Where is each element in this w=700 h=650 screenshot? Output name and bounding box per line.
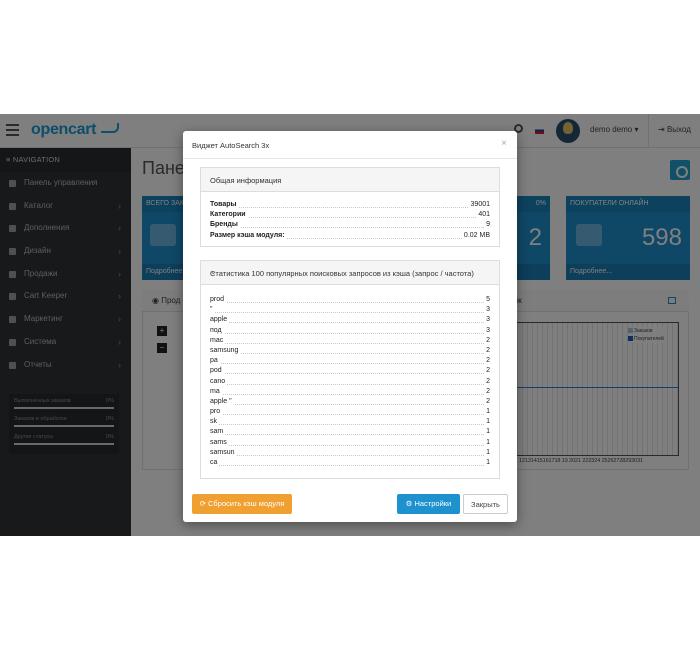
row-value: 1 — [484, 448, 490, 456]
row-value: 2 — [484, 367, 490, 375]
row-key: ma — [210, 387, 222, 395]
info-row: Категории 401 — [201, 211, 499, 221]
row-key: Категории — [210, 211, 248, 219]
general-info-box: Общая информация Товары 39001 Категории 401… — [200, 167, 500, 247]
row-key: pa — [210, 357, 220, 365]
row-value: 2 — [484, 397, 490, 405]
row-value: 2 — [484, 377, 490, 385]
search-stats-box: Статистика 100 популярных поисковых запр… — [200, 260, 500, 479]
modal-header: Виджет AutoSearch 3x × — [183, 131, 517, 159]
row-value: 3 — [484, 306, 490, 314]
row-key: prod — [210, 296, 227, 303]
query-row: ma 2 — [201, 387, 499, 398]
row-key: samsun — [210, 448, 237, 456]
row-value: 2 — [484, 346, 490, 354]
query-row: samsun 1 — [201, 448, 499, 459]
row-value: 2 — [484, 336, 490, 344]
autosearch-modal: Виджет AutoSearch 3x × Общая информация … — [183, 131, 517, 522]
info-row: Товары 39001 — [201, 201, 499, 211]
row-value: 1 — [484, 428, 490, 436]
query-row: prod 5 — [201, 296, 499, 306]
info-row: Размер кэша модуля: 0.02 MB — [201, 231, 499, 242]
row-value: 2 — [484, 357, 490, 365]
row-value: 3 — [484, 326, 490, 334]
query-row: ca 1 — [201, 459, 499, 469]
row-key: cano — [210, 377, 228, 385]
refresh-icon: ⟳ — [199, 499, 206, 508]
close-icon[interactable]: × — [501, 138, 507, 149]
row-value: 1 — [484, 459, 490, 466]
query-row: sk 1 — [201, 418, 499, 428]
row-key: под — [210, 326, 224, 334]
query-row: pro 1 — [201, 408, 499, 418]
row-key: ca — [210, 459, 220, 466]
row-value: 39001 — [468, 201, 490, 208]
modal-title: Виджет AutoSearch 3x — [192, 141, 270, 150]
screenshot-stage: opencart demo demo ▾ ⇥ Выход ≡ NAVIGATIO… — [0, 114, 700, 536]
row-key: pro — [210, 408, 223, 416]
row-key: Бренды — [210, 221, 240, 229]
row-value: 3 — [484, 316, 490, 324]
row-key: samsung — [210, 346, 241, 354]
chevron-down-icon: ⌄ — [210, 267, 217, 276]
query-row: pod 2 — [201, 367, 499, 377]
gears-icon: ⚙ — [405, 499, 413, 508]
query-row: cano 2 — [201, 377, 499, 388]
search-stats-header[interactable]: Статистика 100 популярных поисковых запр… — [201, 261, 499, 285]
general-info-header: Общая информация — [201, 168, 499, 192]
query-row: " 3 — [201, 306, 499, 316]
reset-cache-button[interactable]: ⟳ Сбросить кэш модуля — [192, 494, 292, 514]
row-value: 1 — [484, 438, 490, 446]
query-row: sam 1 — [201, 428, 499, 438]
query-row: под 3 — [201, 326, 499, 337]
close-button[interactable]: Закрыть — [463, 494, 508, 514]
row-value: 2 — [484, 387, 490, 395]
row-value: 401 — [476, 211, 490, 219]
query-row: pa 2 — [201, 357, 499, 367]
row-key: Размер кэша модуля: — [210, 231, 287, 239]
row-value: 1 — [484, 408, 490, 416]
row-key: sam — [210, 428, 226, 436]
row-value: 9 — [484, 221, 490, 229]
row-key: sams — [210, 438, 229, 446]
row-value: 5 — [484, 296, 490, 303]
row-key: pod — [210, 367, 224, 375]
row-key: " — [210, 306, 215, 314]
row-value: 1 — [484, 418, 490, 426]
query-row: apple " 2 — [201, 397, 499, 408]
row-key: apple " — [210, 397, 234, 405]
row-key: Товары — [210, 201, 239, 208]
query-row: samsung 2 — [201, 346, 499, 357]
query-row: mac 2 — [201, 336, 499, 347]
info-row: Бренды 9 — [201, 221, 499, 231]
settings-button[interactable]: ⚙ Настройки — [397, 494, 460, 514]
row-value: 0.02 MB — [461, 231, 490, 239]
row-key: sk — [210, 418, 219, 426]
row-key: mac — [210, 336, 226, 344]
query-row: sams 1 — [201, 438, 499, 449]
row-key: apple — [210, 316, 230, 324]
query-row: apple 3 — [201, 316, 499, 326]
